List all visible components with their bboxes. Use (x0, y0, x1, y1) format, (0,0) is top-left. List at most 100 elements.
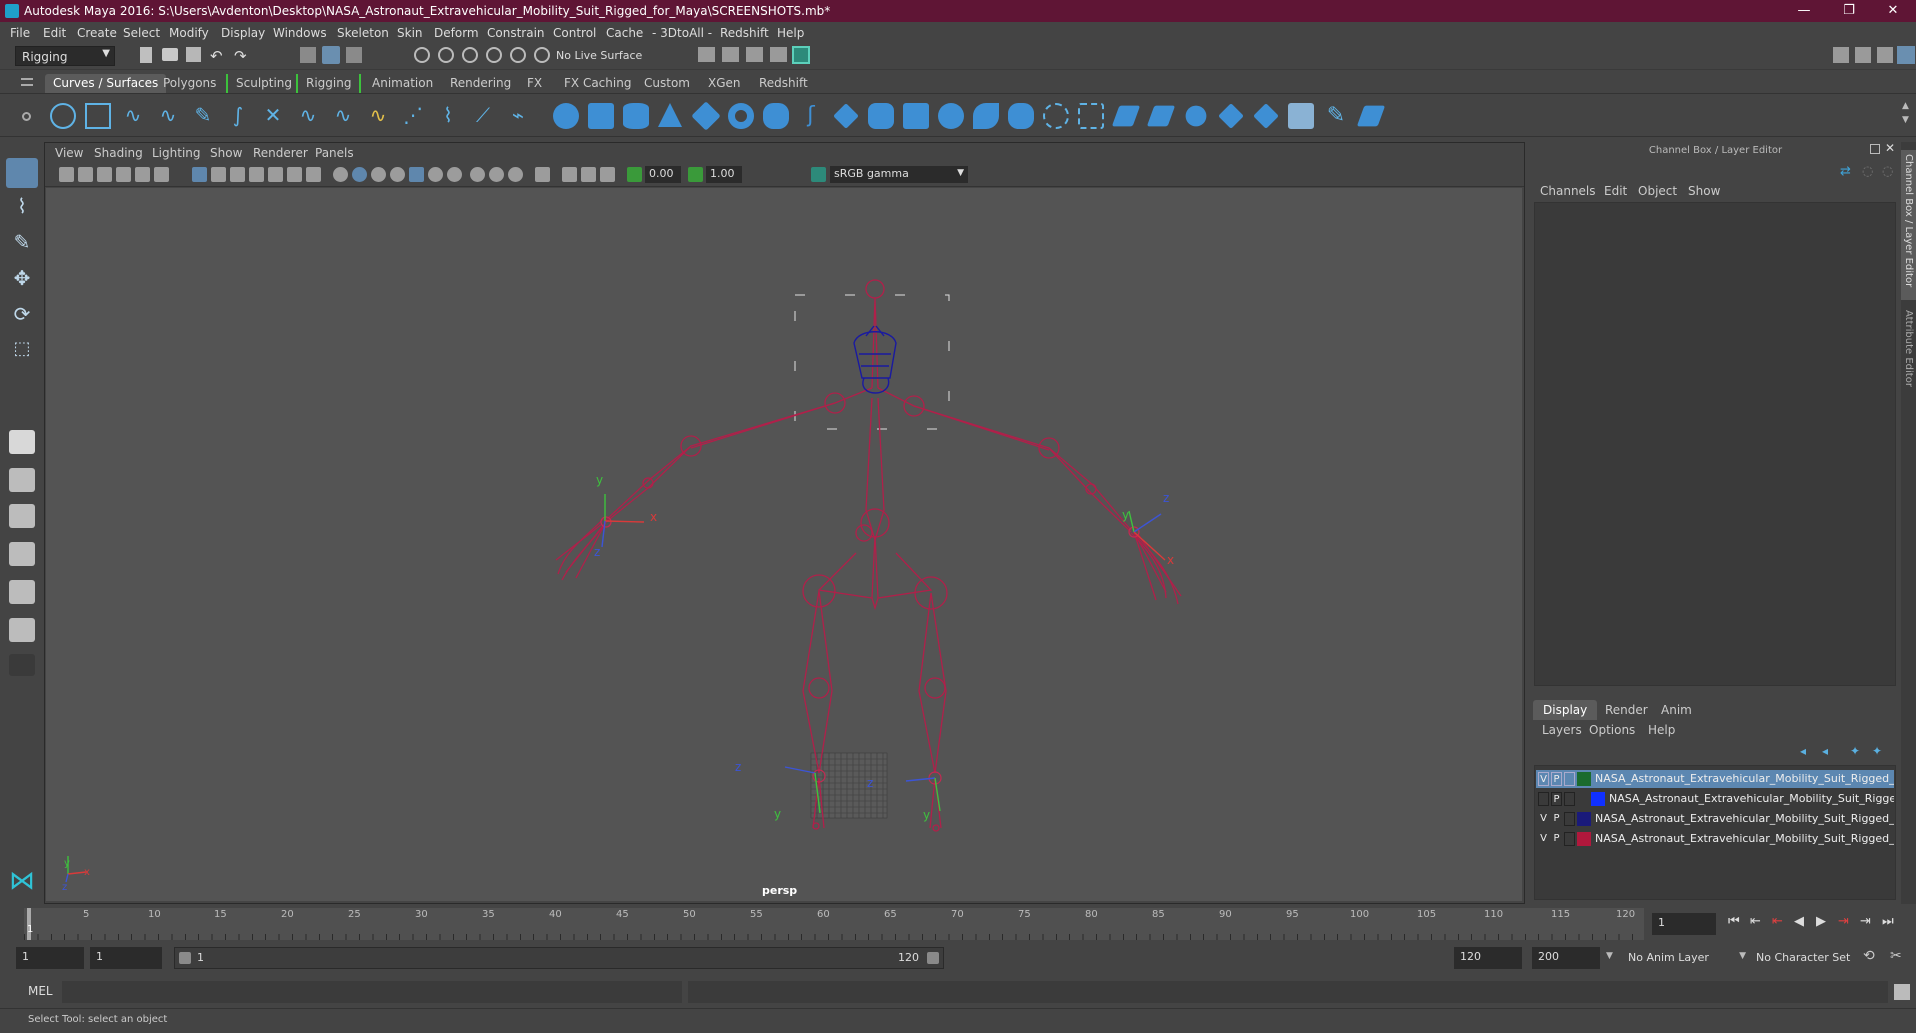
playback-end-field[interactable]: 120 (1454, 947, 1522, 969)
nurbs-torus-icon[interactable] (728, 103, 754, 129)
snap-curve-icon[interactable] (438, 47, 454, 63)
layer-type-toggle[interactable] (1564, 772, 1575, 786)
command-input[interactable] (62, 981, 682, 1003)
node-layout-icon[interactable] (9, 618, 35, 642)
revolve-icon[interactable] (763, 103, 789, 129)
tab-curves-surfaces[interactable]: Curves / Surfaces (45, 74, 167, 93)
gamma-field[interactable]: 1.00 (706, 166, 742, 183)
layer-visibility-toggle[interactable] (1538, 792, 1549, 806)
rebuild-curve-icon[interactable]: ∿ (365, 103, 391, 129)
detach-surface-icon[interactable] (1185, 105, 1207, 127)
nurbs-sphere-icon[interactable] (553, 103, 579, 129)
outliner-layout-icon[interactable] (9, 542, 35, 566)
menu-create[interactable]: Create (77, 26, 117, 40)
nurbs-square-icon[interactable] (85, 103, 111, 129)
open-scene-icon[interactable] (162, 48, 178, 61)
menu-skin[interactable]: Skin (397, 26, 423, 40)
layer-menu-help[interactable]: Help (1648, 723, 1675, 737)
snap-together-icon[interactable] (534, 47, 550, 63)
save-scene-icon[interactable] (186, 47, 201, 62)
two-side-layout-icon[interactable] (9, 504, 35, 528)
pencil-curve-icon[interactable]: ✎ (190, 103, 216, 129)
image-plane-icon[interactable] (116, 167, 131, 182)
film-gate-icon[interactable] (211, 167, 226, 182)
wireframe-icon[interactable] (333, 167, 348, 182)
layer-row[interactable]: V P NASA_Astronaut_Extravehicular_Mobili… (1536, 830, 1894, 848)
chevron-down-icon[interactable]: ▼ (1606, 951, 1613, 961)
end-time-field[interactable]: 200 (1532, 947, 1600, 969)
layer-tab-render[interactable]: Render (1595, 700, 1658, 720)
redo-icon[interactable]: ↷ (234, 47, 252, 65)
square-surface-icon[interactable] (1008, 103, 1034, 129)
tab-fx[interactable]: FX (519, 74, 550, 93)
resolution-gate-icon[interactable] (230, 167, 245, 182)
step-back-key-icon[interactable]: ⇤ (1750, 914, 1761, 929)
layer-color-swatch[interactable] (1577, 812, 1591, 826)
nurbs-circle-icon[interactable] (50, 103, 76, 129)
panel-menu-panels[interactable]: Panels (315, 146, 354, 160)
nurbs-cylinder-icon[interactable] (623, 103, 649, 129)
xray-icon[interactable] (562, 167, 577, 182)
smooth-shade-icon[interactable] (352, 167, 367, 182)
cb-menu-edit[interactable]: Edit (1604, 184, 1627, 198)
layer-type-toggle[interactable] (1564, 792, 1575, 806)
tab-sculpting[interactable]: Sculpting (226, 74, 300, 93)
curve-edit-icon[interactable]: ∿ (295, 103, 321, 129)
layer-playback-toggle[interactable]: P (1551, 772, 1562, 786)
extend-curve-icon[interactable]: ⟋ (470, 103, 496, 129)
hypershade-icon[interactable] (792, 46, 810, 64)
shadows-icon[interactable] (428, 167, 443, 182)
cb-menu-channels[interactable]: Channels (1540, 184, 1596, 198)
menu-redshift[interactable]: Redshift (720, 26, 769, 40)
menu-modify[interactable]: Modify (169, 26, 209, 40)
shelf-scroll-up-icon[interactable]: ▲ (1902, 101, 1909, 111)
grid-toggle-icon[interactable] (192, 167, 207, 182)
layer-color-swatch[interactable] (1591, 792, 1605, 806)
layer-menu-options[interactable]: Options (1589, 723, 1635, 737)
step-forward-key-icon[interactable]: ⇥ (1860, 914, 1871, 929)
menu-windows[interactable]: Windows (273, 26, 327, 40)
attribute-editor-icon[interactable] (1877, 47, 1893, 63)
new-layer-icon[interactable]: ✦ (1850, 744, 1860, 758)
menu-skeleton[interactable]: Skeleton (337, 26, 389, 40)
go-to-start-icon[interactable]: ⏮ (1728, 914, 1740, 929)
loft-icon[interactable]: ʃ (798, 103, 824, 129)
close-panel-icon[interactable]: ✕ (1885, 141, 1895, 155)
untrim-icon[interactable] (1078, 103, 1104, 129)
panel-menu-show[interactable]: Show (210, 146, 242, 160)
side-tab-attribute-editor[interactable]: Attribute Editor (1901, 306, 1916, 406)
undo-icon[interactable]: ↶ (210, 47, 228, 65)
playback-start-field[interactable]: 1 (90, 947, 162, 969)
snap-view-icon[interactable] (486, 47, 502, 63)
insert-isoparm-icon[interactable] (1111, 105, 1141, 127)
layer-playback-toggle[interactable]: P (1551, 792, 1562, 806)
new-scene-icon[interactable] (140, 47, 152, 63)
move-layer-up-icon[interactable]: ◂ (1800, 744, 1806, 758)
render-settings-icon[interactable] (770, 47, 787, 62)
layer-menu-layers[interactable]: Layers (1542, 723, 1582, 737)
side-tab-channel-box[interactable]: Channel Box / Layer Editor (1901, 150, 1916, 300)
layer-visibility-toggle[interactable]: V (1538, 832, 1549, 846)
channel-box-toggle-icon[interactable]: ◌ (1862, 164, 1876, 179)
multisample-icon[interactable] (489, 167, 504, 182)
menu-cache[interactable]: Cache (606, 26, 643, 40)
play-backward-icon[interactable]: ◀ (1794, 914, 1804, 929)
offset-curve-icon[interactable]: ∿ (330, 103, 356, 129)
cut-curve-icon[interactable]: ⌁ (505, 103, 531, 129)
rebuild-surface-icon[interactable] (1288, 103, 1314, 129)
bezier-curve-icon[interactable]: ∫ (225, 103, 251, 129)
tab-custom[interactable]: Custom (636, 74, 698, 93)
tab-rendering[interactable]: Rendering (442, 74, 519, 93)
color-management-icon[interactable] (811, 167, 826, 182)
2d-pan-zoom-icon[interactable] (135, 167, 150, 182)
detach-curve-icon[interactable]: ⌇ (435, 103, 461, 129)
snap-grid-icon[interactable] (414, 47, 430, 63)
render-frame-icon[interactable] (722, 47, 739, 62)
layer-color-swatch[interactable] (1577, 832, 1591, 846)
stitch-icon[interactable] (1253, 103, 1279, 129)
nurbs-cone-icon[interactable] (658, 103, 682, 127)
ep-curve-icon[interactable]: ∿ (155, 103, 181, 129)
character-set-dropdown[interactable]: No Character Set (1752, 947, 1862, 969)
menu-display[interactable]: Display (221, 26, 265, 40)
new-layer-from-selection-icon[interactable]: ✦ (1872, 744, 1882, 758)
